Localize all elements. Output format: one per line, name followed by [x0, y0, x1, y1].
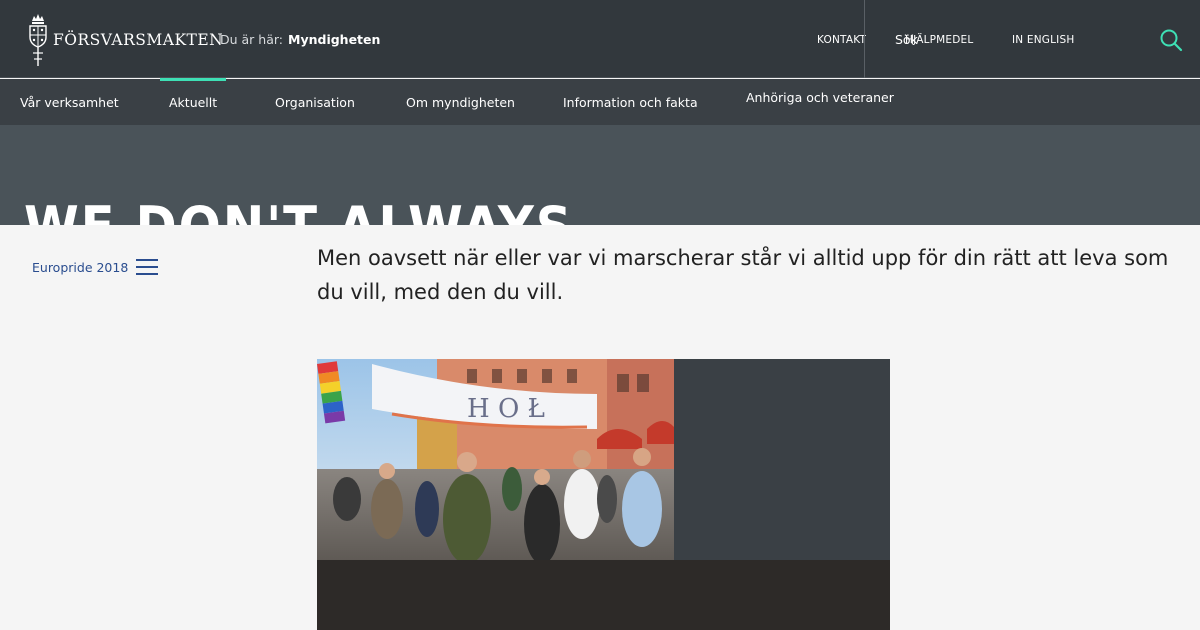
- banner-lettering: H O Ł: [467, 394, 545, 424]
- nav-item-organisation[interactable]: Organisation: [275, 79, 355, 125]
- breadcrumb-label: Du är här:: [220, 32, 284, 47]
- search-label[interactable]: Sök: [895, 32, 918, 47]
- main-nav: Vår verksamhet Aktuellt Organisation Om …: [0, 78, 1200, 125]
- media-dark-panel: [317, 560, 890, 630]
- site-header: FÖRSVARSMAKTEN Du är här: Myndigheten KON…: [0, 0, 1200, 78]
- media-block: H O Ł: [317, 359, 890, 630]
- main-content: Europride 2018 Men oavsett när eller var…: [0, 225, 1200, 630]
- lead-paragraph: Men oavsett när eller var vi marscherar …: [317, 246, 1169, 304]
- section-link-europride[interactable]: Europride 2018: [32, 260, 128, 275]
- crown-shield-icon: [29, 14, 47, 66]
- search-icon[interactable]: [1158, 27, 1184, 53]
- nav-item-anhoriga-och-veteraner[interactable]: Anhöriga och veteraner: [746, 79, 894, 125]
- nav-item-aktuellt[interactable]: Aktuellt: [159, 78, 227, 125]
- hero-banner: WE DON'T ALWAYS: [0, 125, 1200, 225]
- parade-photo: H O Ł: [317, 359, 674, 560]
- nav-item-var-verksamhet[interactable]: Vår verksamhet: [20, 79, 119, 125]
- english-link[interactable]: IN ENGLISH: [1012, 34, 1074, 46]
- contact-link[interactable]: KONTAKT: [817, 34, 866, 46]
- site-logo[interactable]: FÖRSVARSMAKTEN: [27, 12, 223, 68]
- logo-text: FÖRSVARSMAKTEN: [53, 31, 224, 49]
- hero-title: WE DON'T ALWAYS: [24, 195, 573, 225]
- breadcrumb: Du är här: Myndigheten: [220, 32, 380, 47]
- nav-item-information-och-fakta[interactable]: Information och fakta: [563, 79, 698, 125]
- nav-item-om-myndigheten[interactable]: Om myndigheten: [406, 79, 515, 125]
- hamburger-menu-icon[interactable]: [136, 259, 158, 275]
- breadcrumb-current[interactable]: Myndigheten: [288, 32, 380, 47]
- header-divider: [864, 0, 865, 78]
